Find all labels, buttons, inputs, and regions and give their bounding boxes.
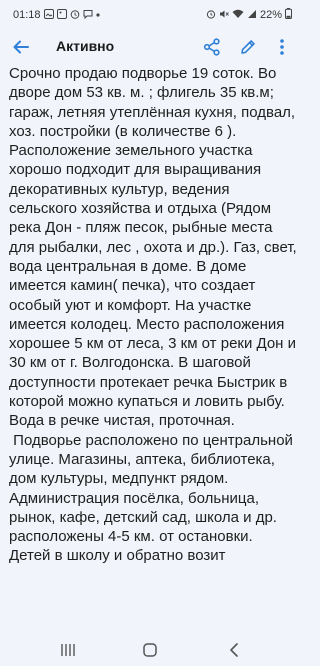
- chat-icon: [83, 9, 93, 22]
- more-options-button[interactable]: [272, 35, 292, 59]
- arrow-left-icon: [13, 40, 29, 54]
- share-icon: [203, 38, 220, 56]
- battery-level: 22%: [259, 9, 282, 21]
- image-icon: [56, 8, 67, 22]
- home-button[interactable]: [138, 640, 162, 660]
- share-button[interactable]: [200, 35, 224, 59]
- status-time: 01:18: [13, 9, 41, 21]
- signal-icon: [247, 9, 257, 22]
- dot-icon: [95, 10, 100, 20]
- back-button[interactable]: [10, 36, 32, 58]
- page-title: Активно: [56, 38, 115, 54]
- system-nav-bar: [0, 634, 300, 666]
- note-body[interactable]: Срочно продаю подворье 19 соток. Во двор…: [9, 64, 298, 634]
- mute-icon: [219, 9, 229, 22]
- alarm-icon: [70, 9, 80, 22]
- status-left: 01:18: [13, 8, 100, 22]
- app-bar: Активно: [0, 30, 300, 64]
- more-vert-icon: [280, 39, 284, 55]
- status-bar: 01:18 22%: [0, 0, 300, 30]
- recents-icon: [61, 644, 75, 656]
- battery-icon: [285, 8, 292, 22]
- edit-pencil-icon: [241, 40, 255, 54]
- home-icon: [143, 643, 157, 657]
- edit-button[interactable]: [236, 35, 260, 59]
- back-nav-button[interactable]: [222, 640, 246, 660]
- status-right: 22%: [206, 8, 292, 22]
- recents-button[interactable]: [56, 640, 80, 660]
- back-icon: [230, 643, 238, 657]
- gallery-icon: [43, 8, 54, 22]
- alarm-clock-icon: [206, 9, 216, 22]
- wifi-icon: [232, 9, 244, 22]
